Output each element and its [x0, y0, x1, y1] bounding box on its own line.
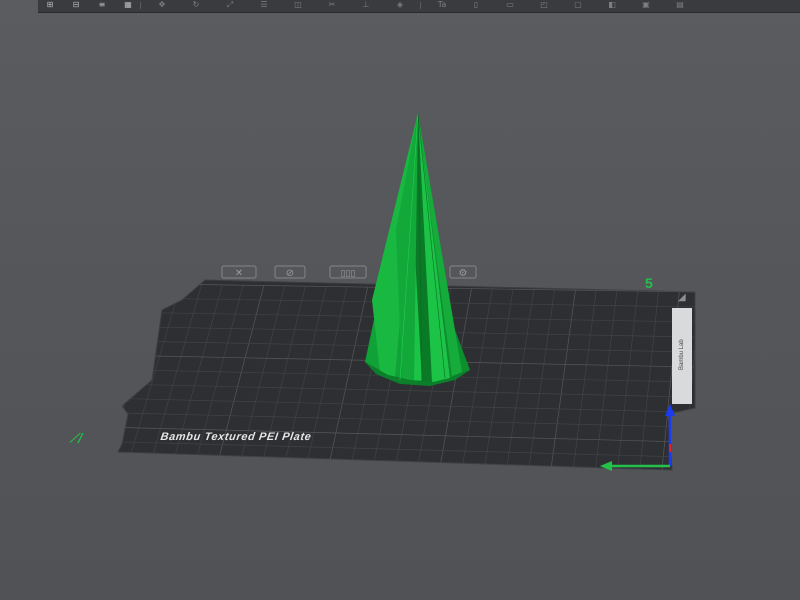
plate-side-text: Bambu Lab — [679, 339, 685, 370]
plate-number: 5 — [645, 275, 653, 291]
model-cone[interactable] — [365, 112, 470, 386]
svg-text:⚙: ⚙ — [459, 268, 468, 279]
scene-canvas[interactable]: ✕ ⊘ ▯▯▯ ⚙ Bambu Lab ◢ 5 ⟋∕ Bambu Texture… — [0, 0, 800, 600]
plate-logo-icon: ◢ — [678, 292, 686, 303]
svg-text:✕: ✕ — [235, 268, 243, 279]
svg-text:▯▯▯: ▯▯▯ — [341, 269, 356, 279]
plate-type-label: Bambu Textured PEI Plate — [160, 431, 313, 443]
3d-viewport[interactable]: ⊞ ⊟ ≡ ▦ ✥ ↻ ⤢ ☰ ◫ ✂ ⊥ ◈ Ta ▯ ▭ ◰ ▢ ◧ ▣ ▤ ✕ ⊘ ▯▯▯ ⚙ Bambu La… — [0, 0, 800, 600]
plate-corner-icon: ⟋∕ — [69, 431, 84, 445]
svg-text:⊘: ⊘ — [286, 268, 294, 279]
